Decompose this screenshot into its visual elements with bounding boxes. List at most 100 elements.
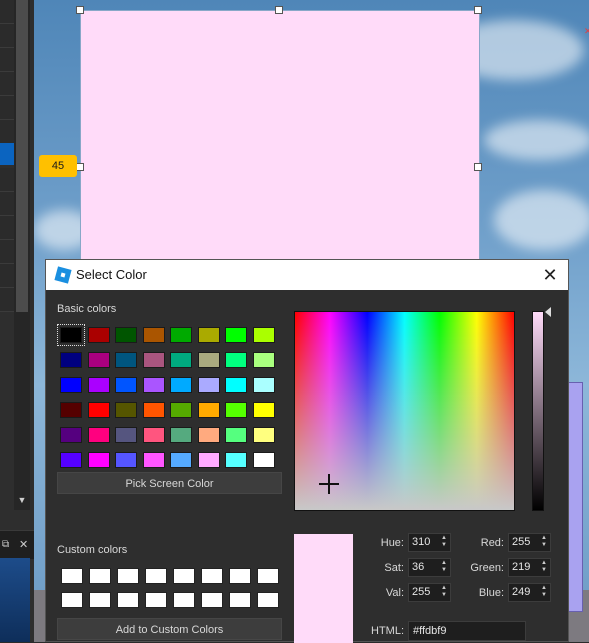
basic-color-swatch[interactable] xyxy=(142,452,165,468)
spin-arrows-icon[interactable]: ▲ ▼ xyxy=(540,560,548,574)
spin-arrows-icon[interactable]: ▲ ▼ xyxy=(440,560,448,574)
basic-color-swatch[interactable] xyxy=(115,352,137,368)
basic-color-swatch[interactable] xyxy=(115,402,137,418)
basic-color-swatch[interactable] xyxy=(197,327,220,343)
hue-spinbox[interactable]: 310 ▲ ▼ xyxy=(408,533,451,552)
basic-color-swatch[interactable] xyxy=(87,327,110,343)
side-frame[interactable] xyxy=(568,382,583,612)
basic-color-swatch[interactable] xyxy=(252,352,275,368)
crosshair-icon[interactable] xyxy=(319,474,339,494)
basic-color-swatch[interactable] xyxy=(142,377,165,393)
dock-icon[interactable]: ⧉ xyxy=(2,539,9,550)
basic-color-swatch[interactable] xyxy=(115,327,137,343)
basic-color-swatch[interactable] xyxy=(225,427,247,443)
resize-handle-top[interactable] xyxy=(275,6,283,14)
value-slider-arrow-icon[interactable] xyxy=(545,307,551,317)
explorer-row[interactable] xyxy=(0,120,14,144)
custom-color-swatch[interactable] xyxy=(61,568,83,584)
basic-color-swatch[interactable] xyxy=(252,327,275,343)
basic-color-swatch[interactable] xyxy=(60,402,82,418)
resize-handle-left[interactable] xyxy=(76,163,84,171)
basic-color-swatch[interactable] xyxy=(225,377,247,393)
explorer-row[interactable] xyxy=(0,264,14,288)
basic-color-swatch[interactable] xyxy=(115,452,137,468)
basic-color-swatch[interactable] xyxy=(197,452,220,468)
custom-color-swatch[interactable] xyxy=(61,592,83,608)
custom-color-swatch[interactable] xyxy=(229,568,251,584)
basic-color-swatch[interactable] xyxy=(170,352,192,368)
basic-color-swatch[interactable] xyxy=(87,402,110,418)
ui-frame[interactable] xyxy=(80,10,480,262)
basic-color-swatch[interactable] xyxy=(170,327,192,343)
custom-color-swatch[interactable] xyxy=(173,568,195,584)
basic-color-swatch[interactable] xyxy=(142,352,165,368)
basic-color-swatch[interactable] xyxy=(87,427,110,443)
pick-screen-color-button[interactable]: Pick Screen Color xyxy=(57,472,282,494)
explorer-row[interactable] xyxy=(0,168,14,192)
html-color-input[interactable]: #ffdbf9 xyxy=(408,621,526,641)
sat-spinbox[interactable]: 36 ▲ ▼ xyxy=(408,558,451,577)
explorer-row[interactable] xyxy=(0,24,14,48)
basic-color-swatch[interactable] xyxy=(60,352,82,368)
basic-color-swatch[interactable] xyxy=(87,352,110,368)
basic-color-swatch[interactable] xyxy=(225,327,247,343)
resize-handle-right[interactable] xyxy=(474,163,482,171)
custom-color-swatch[interactable] xyxy=(145,568,167,584)
resize-handle-top-left[interactable] xyxy=(76,6,84,14)
explorer-row[interactable] xyxy=(0,216,14,240)
basic-color-swatch[interactable] xyxy=(197,377,220,393)
explorer-row[interactable] xyxy=(0,288,14,312)
basic-color-swatch[interactable] xyxy=(60,427,82,443)
custom-color-swatch[interactable] xyxy=(229,592,251,608)
basic-color-swatch[interactable] xyxy=(115,377,137,393)
scrollbar-thumb[interactable] xyxy=(16,0,28,312)
explorer-row[interactable] xyxy=(0,72,14,96)
custom-color-swatch[interactable] xyxy=(89,592,111,608)
custom-color-swatch[interactable] xyxy=(145,592,167,608)
explorer-row[interactable] xyxy=(0,96,14,120)
basic-color-swatch[interactable] xyxy=(252,377,275,393)
explorer-row[interactable] xyxy=(0,192,14,216)
color-spectrum[interactable] xyxy=(294,311,515,511)
basic-color-swatch[interactable] xyxy=(197,352,220,368)
basic-color-swatch[interactable] xyxy=(252,452,275,468)
basic-color-swatch[interactable] xyxy=(115,427,137,443)
explorer-row-selected[interactable] xyxy=(0,143,14,165)
basic-color-swatch[interactable] xyxy=(225,452,247,468)
spin-arrows-icon[interactable]: ▲ ▼ xyxy=(540,535,548,549)
basic-color-swatch[interactable] xyxy=(60,452,82,468)
basic-color-swatch[interactable] xyxy=(142,327,165,343)
basic-color-swatch[interactable] xyxy=(170,427,192,443)
panel-close-icon[interactable]: ✕ xyxy=(19,538,28,551)
basic-color-swatch[interactable] xyxy=(170,402,192,418)
spin-arrows-icon[interactable]: ▲ ▼ xyxy=(540,585,548,599)
custom-color-swatch[interactable] xyxy=(117,592,139,608)
basic-color-swatch[interactable] xyxy=(252,402,275,418)
explorer-row[interactable] xyxy=(0,0,14,24)
basic-color-swatch[interactable] xyxy=(87,377,110,393)
custom-color-swatch[interactable] xyxy=(173,592,195,608)
explorer-row[interactable] xyxy=(0,48,14,72)
basic-color-swatch[interactable] xyxy=(170,452,192,468)
basic-color-swatch[interactable] xyxy=(197,427,220,443)
spin-arrows-icon[interactable]: ▲ ▼ xyxy=(440,585,448,599)
basic-color-swatch[interactable] xyxy=(142,402,165,418)
scroll-down-icon[interactable]: ▼ xyxy=(16,494,28,506)
add-to-custom-colors-button[interactable]: Add to Custom Colors xyxy=(57,618,282,640)
spin-arrows-icon[interactable]: ▲ ▼ xyxy=(440,535,448,549)
close-button[interactable]: ✕ xyxy=(538,263,562,287)
basic-color-swatch[interactable] xyxy=(252,427,275,443)
custom-color-swatch[interactable] xyxy=(117,568,139,584)
basic-color-swatch[interactable] xyxy=(87,452,110,468)
val-spinbox[interactable]: 255 ▲ ▼ xyxy=(408,583,451,602)
basic-color-swatch[interactable] xyxy=(197,402,220,418)
red-spinbox[interactable]: 255 ▲ ▼ xyxy=(508,533,551,552)
custom-color-swatch[interactable] xyxy=(201,568,223,584)
custom-color-swatch[interactable] xyxy=(201,592,223,608)
green-spinbox[interactable]: 219 ▲ ▼ xyxy=(508,558,551,577)
blue-spinbox[interactable]: 249 ▲ ▼ xyxy=(508,583,551,602)
basic-color-swatch[interactable] xyxy=(57,324,85,346)
basic-color-swatch[interactable] xyxy=(225,402,247,418)
basic-color-swatch[interactable] xyxy=(60,377,82,393)
explorer-row[interactable] xyxy=(0,240,14,264)
